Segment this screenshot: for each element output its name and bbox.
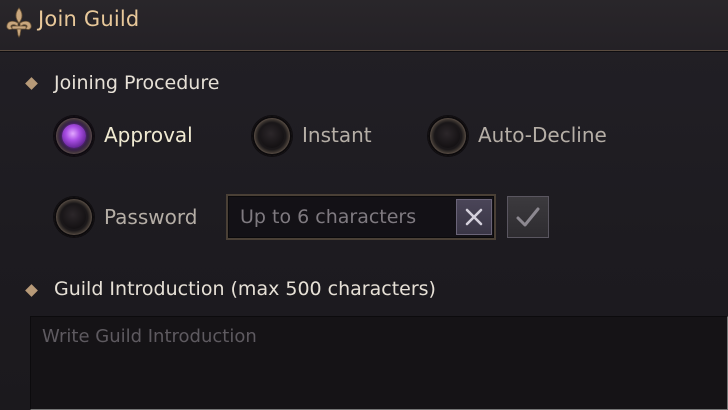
radio-approval[interactable]: [54, 116, 94, 156]
radio-password-label[interactable]: Password: [104, 205, 197, 229]
close-icon: [465, 208, 483, 226]
section-bullet-icon: [25, 284, 38, 297]
checkmark-icon: [516, 207, 540, 227]
panel-header: Join Guild: [0, 0, 728, 51]
radio-instant[interactable]: [252, 116, 292, 156]
radio-instant-label[interactable]: Instant: [302, 123, 372, 147]
clear-password-button[interactable]: [456, 199, 492, 235]
page-title: Join Guild: [38, 7, 140, 31]
joining-procedure-title: Joining Procedure: [54, 72, 220, 94]
radio-auto-decline[interactable]: [428, 116, 468, 156]
password-input[interactable]: [240, 202, 458, 232]
password-field: [226, 194, 496, 240]
radio-approval-label[interactable]: Approval: [104, 123, 193, 147]
fleur-de-lis-icon: [6, 7, 32, 38]
join-guild-panel: Join Guild Joining Procedure Approval In…: [0, 0, 728, 410]
guild-introduction-title: Guild Introduction (max 500 characters): [54, 278, 436, 300]
radio-auto-decline-label[interactable]: Auto-Decline: [478, 123, 607, 147]
radio-password[interactable]: [54, 197, 94, 237]
section-bullet-icon: [25, 77, 38, 90]
guild-introduction-textarea[interactable]: [30, 316, 728, 410]
confirm-password-button[interactable]: [507, 196, 549, 238]
